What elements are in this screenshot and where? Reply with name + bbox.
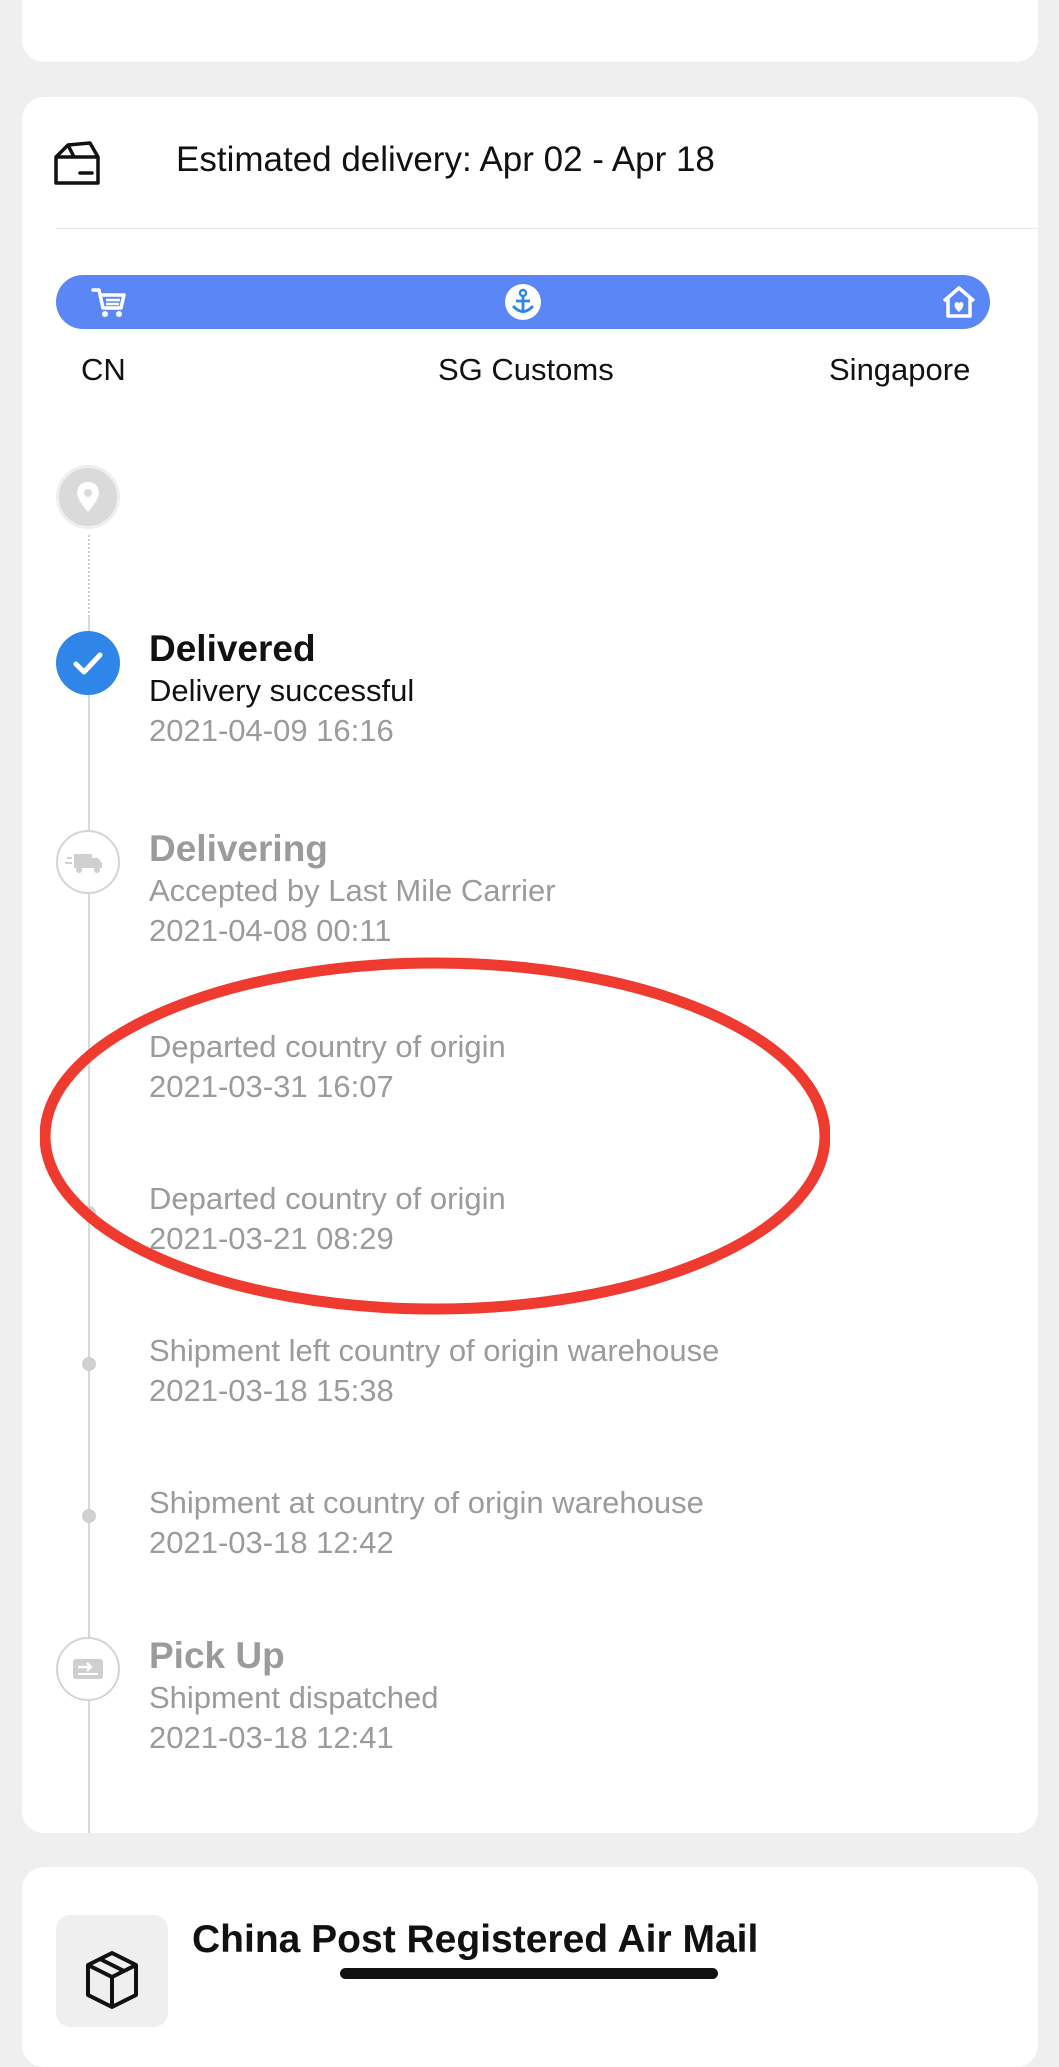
event-description: Shipment left country of origin warehous… [149,1333,720,1368]
route-stop-destination: Singapore [829,352,971,387]
route-stop-customs: SG Customs [438,352,614,387]
carrier-card[interactable]: China Post Registered Air Mail [22,1867,1038,2067]
timeline-dot [82,1357,96,1371]
carrier-name: China Post Registered Air Mail [192,1918,759,1961]
event-description: Delivery successful [149,673,415,708]
timeline-event: Delivering Accepted by Last Mile Carrier… [149,827,556,951]
estimated-delivery-text: Estimated delivery: Apr 02 - Apr 18 [176,140,715,179]
annotation-ellipse [40,957,830,1315]
timeline-event: Delivered Delivery successful 2021-04-09… [149,627,414,751]
carrier-icon-box [56,1915,168,2027]
timeline-event: Pick Up Shipment dispatched 2021-03-18 1… [149,1634,439,1758]
dispatch-icon [56,1637,120,1701]
parcel-box-icon [86,1951,138,2009]
home-indicator [340,1968,718,1979]
timeline-dot [82,1509,96,1523]
event-description: Shipment at country of origin warehouse [149,1485,704,1520]
checkmark-icon [56,631,120,695]
timeline-event: Shipment at country of origin warehouse … [149,1483,704,1563]
route-progress-bar [56,275,990,329]
event-title: Delivering [149,828,328,869]
home-icon [942,286,976,318]
cart-icon [91,288,126,317]
event-title: Delivered [149,628,316,669]
event-title: Pick Up [149,1635,285,1676]
anchor-icon [505,284,541,320]
event-description: Shipment dispatched [149,1680,439,1715]
event-time: 2021-04-09 16:16 [149,713,394,748]
route-stop-origin: CN [81,352,126,387]
event-description: Accepted by Last Mile Carrier [149,873,556,908]
previous-card [22,0,1038,62]
timeline-event: Shipment left country of origin warehous… [149,1331,719,1411]
timeline-dotted-connector [88,535,90,625]
location-pin-icon [56,465,120,529]
package-box-icon [54,141,100,185]
divider [56,228,1038,229]
event-time: 2021-04-08 00:11 [149,913,392,948]
event-time: 2021-03-18 12:42 [149,1525,394,1560]
event-time: 2021-03-18 12:41 [149,1720,394,1755]
event-time: 2021-03-18 15:38 [149,1373,394,1408]
estimated-delivery-row: Estimated delivery: Apr 02 - Apr 18 [22,97,1038,229]
truck-icon [56,830,120,894]
